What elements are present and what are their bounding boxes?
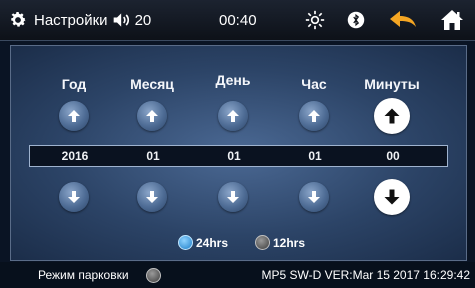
minute-value: 00: [386, 149, 400, 163]
minute-label: Минуты: [364, 76, 420, 92]
datetime-values-bar: 2016 01 01 01 00: [29, 145, 448, 167]
top-bar: Настройки 20 00:40: [0, 0, 475, 41]
bluetooth-group: [347, 0, 365, 40]
month-up-button[interactable]: [137, 101, 167, 131]
home-icon[interactable]: [440, 9, 464, 31]
page-title: Настройки: [34, 11, 108, 29]
minute-down-button[interactable]: [374, 179, 410, 215]
brightness-group: [305, 0, 325, 40]
parking-mode-label: Режим парковки: [38, 268, 129, 282]
format-12hrs-label: 12hrs: [273, 235, 306, 250]
speaker-icon[interactable]: [112, 11, 132, 29]
radio-unselected-icon: [255, 235, 270, 250]
footer-bar: Режим парковки MP5 SW-D VER:Mar 15 2017 …: [0, 262, 475, 288]
format-24hrs-radio[interactable]: 24hrs: [178, 235, 228, 250]
month-down-button[interactable]: [137, 182, 167, 212]
arrow-up-icon: [308, 110, 320, 122]
year-label: Год: [61, 76, 87, 92]
hour-value: 01: [308, 149, 322, 163]
arrow-down-icon: [227, 191, 239, 203]
clock-group: 00:40: [219, 0, 257, 40]
radio-selected-icon: [178, 235, 193, 250]
day-value: 01: [227, 149, 241, 163]
back-icon[interactable]: [388, 9, 418, 31]
arrow-down-icon: [384, 189, 400, 205]
day-down-button[interactable]: [218, 182, 248, 212]
arrow-up-icon: [146, 110, 158, 122]
gear-icon[interactable]: [8, 10, 28, 30]
volume-level: 20: [134, 11, 152, 29]
hour-down-button[interactable]: [299, 182, 329, 212]
arrow-down-icon: [68, 191, 80, 203]
hour-label: Час: [301, 76, 327, 92]
year-value: 2016: [61, 149, 89, 163]
year-down-button[interactable]: [59, 182, 89, 212]
year-up-button[interactable]: [59, 101, 89, 131]
home-group: [440, 0, 464, 40]
arrow-down-icon: [146, 191, 158, 203]
minute-up-button[interactable]: [374, 98, 410, 134]
clock-time: 00:40: [219, 11, 257, 29]
format-12hrs-radio[interactable]: 12hrs: [255, 235, 305, 250]
settings-title-group: Настройки 20: [8, 0, 151, 40]
day-label: День: [215, 72, 251, 88]
hour-up-button[interactable]: [299, 101, 329, 131]
datetime-panel: Год Месяц День Час Минуты 2016 01 01 01 …: [10, 45, 467, 261]
parking-mode-toggle[interactable]: [146, 268, 161, 283]
arrow-up-icon: [227, 110, 239, 122]
arrow-up-icon: [68, 110, 80, 122]
month-value: 01: [146, 149, 160, 163]
arrow-down-icon: [308, 191, 320, 203]
bluetooth-icon[interactable]: [347, 11, 365, 29]
back-group: [388, 0, 418, 40]
version-info: MP5 SW-D VER:Mar 15 2017 16:29:42: [261, 268, 470, 282]
format-24hrs-label: 24hrs: [196, 235, 229, 250]
brightness-icon[interactable]: [305, 10, 325, 30]
month-label: Месяц: [130, 76, 174, 92]
arrow-up-icon: [384, 108, 400, 124]
day-up-button[interactable]: [218, 101, 248, 131]
